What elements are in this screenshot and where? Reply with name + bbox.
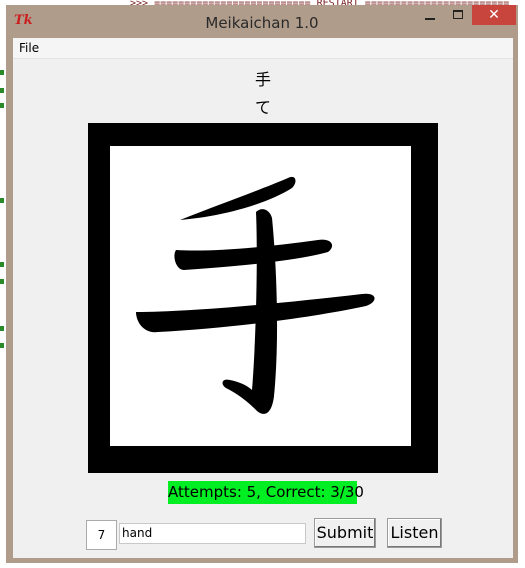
kanji-canvas-frame: [88, 123, 438, 473]
title-bar[interactable]: Tk Meikaichan 1.0 ✕: [6, 5, 518, 37]
background-text-mark: [0, 103, 4, 108]
background-text-mark: [0, 343, 4, 348]
background-text-mark: [0, 326, 4, 331]
background-text-mark: [0, 70, 4, 75]
minimize-button[interactable]: [416, 5, 444, 25]
menu-bar: File: [13, 38, 513, 59]
kanji-canvas: [110, 146, 411, 446]
answer-input[interactable]: [119, 523, 306, 544]
kanji-label: 手: [254, 70, 271, 89]
count-spinbox[interactable]: 7: [86, 520, 117, 550]
kanji-brush-glyph: [136, 176, 375, 414]
background-text-mark: [0, 198, 4, 203]
listen-button[interactable]: Listen: [387, 518, 442, 548]
submit-button[interactable]: Submit: [314, 518, 376, 548]
background-text-mark: [0, 279, 4, 284]
reading-label: て: [254, 98, 271, 117]
score-status-label: Attempts: 5, Correct: 3/30: [168, 481, 364, 504]
background-text-mark: [0, 262, 4, 267]
menu-file[interactable]: File: [19, 41, 39, 55]
maximize-button[interactable]: [444, 5, 472, 25]
close-button[interactable]: ✕: [472, 5, 516, 25]
app-window: Tk Meikaichan 1.0 ✕ File 手 て Attempts: 5…: [6, 5, 518, 563]
background-text-mark: [0, 88, 4, 93]
window-client-area: File 手 て Attempts: 5, Correct: 3/30 7 ha…: [13, 38, 513, 558]
